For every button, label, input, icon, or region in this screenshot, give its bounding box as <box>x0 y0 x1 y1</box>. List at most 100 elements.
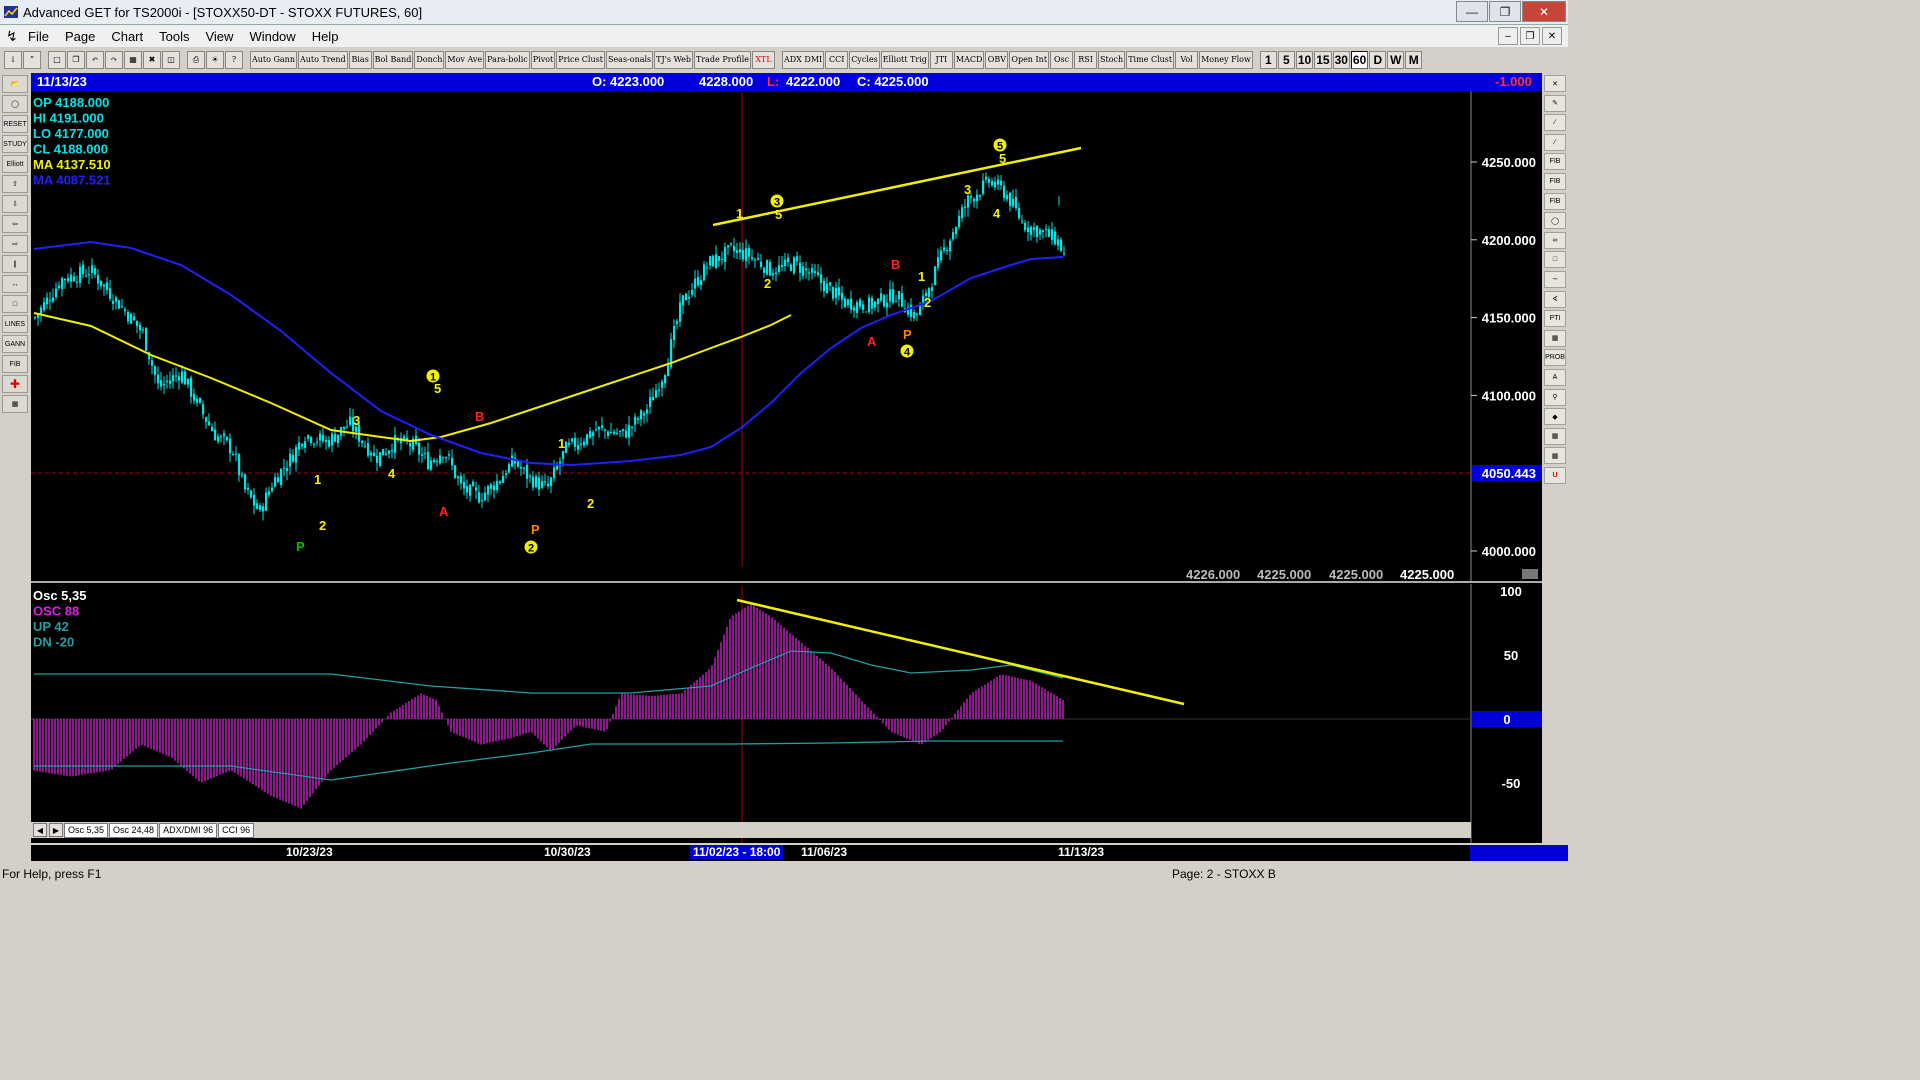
study-button-2[interactable]: Bias <box>348 51 372 69</box>
pti-icon[interactable]: PTI <box>1544 310 1566 328</box>
forward-icon[interactable]: ↷ <box>105 51 123 69</box>
mdi-close-icon[interactable]: ✕ <box>1542 27 1562 45</box>
study-button-0[interactable]: Auto Gann <box>250 51 297 69</box>
copy-page-icon[interactable]: ❐ <box>67 51 85 69</box>
study-button-4[interactable]: Donch <box>414 51 445 69</box>
new-page-icon[interactable]: □ <box>48 51 66 69</box>
menu-page[interactable]: Page <box>57 29 103 44</box>
study-button-12[interactable]: XTL <box>751 51 775 69</box>
tab-osc-24-48[interactable]: Osc 24,48 <box>109 822 159 838</box>
study-button-6[interactable]: Para-bolic <box>485 51 530 69</box>
tab-osc-5-35[interactable]: Osc 5,35 <box>64 822 109 838</box>
study-button-26[interactable]: Money Flow <box>1199 51 1253 69</box>
study-button-10[interactable]: TJ's Web <box>654 51 693 69</box>
arrow-down-icon[interactable]: ⇩ <box>2 195 28 213</box>
zoom-box-icon[interactable]: □ <box>2 295 28 313</box>
study-button-23[interactable]: Stoch <box>1098 51 1126 69</box>
tab-adx-dmi[interactable]: ADX/DMI 96 <box>159 822 218 838</box>
fib-circle-icon[interactable]: ◯ <box>1544 212 1566 230</box>
compress-icon[interactable]: ∥ <box>2 255 28 273</box>
arrow-up-icon[interactable]: ⇧ <box>2 175 28 193</box>
study-button-7[interactable]: Pivot <box>530 51 556 69</box>
expand-icon[interactable]: ↔ <box>2 275 28 293</box>
period-button-D[interactable]: D <box>1369 51 1387 69</box>
period-button-10[interactable]: 10 <box>1295 51 1314 69</box>
help-cursor-icon[interactable]: ? <box>225 51 243 69</box>
period-button-60[interactable]: 60 <box>1350 51 1369 69</box>
menu-tools[interactable]: Tools <box>151 29 197 44</box>
period-button-5[interactable]: 5 <box>1277 51 1295 69</box>
study-button-9[interactable]: Seas-onals <box>605 51 654 69</box>
menu-help[interactable]: Help <box>304 29 347 44</box>
trendline-icon[interactable]: ∕ <box>1544 114 1566 132</box>
study-button-24[interactable]: Time Clust <box>1126 51 1175 69</box>
measure-icon[interactable]: ▦ <box>1544 427 1566 445</box>
text-icon[interactable]: A <box>1544 368 1566 386</box>
tool-pin-icon[interactable]: ↓ <box>4 51 22 69</box>
marker-icon[interactable]: ◆ <box>1544 408 1566 426</box>
tab-next-icon[interactable]: ▶ <box>49 823 63 837</box>
study-button-25[interactable]: Vol <box>1175 51 1199 69</box>
zoom-icon[interactable]: ⚲ <box>1544 388 1566 406</box>
chart-svg[interactable]: P123451AB2P12ABP12345513245 OP 4188.000H… <box>31 73 1542 843</box>
period-button-M[interactable]: M <box>1405 51 1423 69</box>
fib-time-icon[interactable]: FIB <box>1544 192 1566 210</box>
channel-icon[interactable]: ∕ <box>1544 133 1566 151</box>
fib-ext-icon[interactable]: FIB <box>1544 172 1566 190</box>
fan-icon[interactable]: ∞ <box>1544 231 1566 249</box>
chart-area[interactable]: P123451AB2P12ABP12345513245 OP 4188.000 H… <box>31 73 1542 843</box>
study-button-18[interactable]: MACD <box>953 51 985 69</box>
study-button-16[interactable]: Elliott Trig <box>880 51 929 69</box>
tab-cci[interactable]: CCI 96 <box>218 822 255 838</box>
period-button-1[interactable]: 1 <box>1259 51 1277 69</box>
doc-icon[interactable]: ↯ <box>6 28 20 45</box>
restore-icon[interactable]: ❐ <box>1489 1 1521 22</box>
tab-prev-icon[interactable]: ◀ <box>33 823 47 837</box>
back-icon[interactable]: ↶ <box>86 51 104 69</box>
grid-tool-icon[interactable]: ▦ <box>1544 329 1566 347</box>
scroll-icon[interactable] <box>1522 569 1538 579</box>
study-button-19[interactable]: OBV <box>985 51 1009 69</box>
prob-icon[interactable]: PROB <box>1544 349 1566 367</box>
menu-window[interactable]: Window <box>241 29 303 44</box>
tool-quote-icon[interactable]: ” <box>23 51 41 69</box>
study-button-21[interactable]: Osc <box>1050 51 1074 69</box>
study-button-15[interactable]: Cycles <box>849 51 880 69</box>
open-folder-icon[interactable]: 📂 <box>2 75 28 93</box>
study-button-20[interactable]: Open Int <box>1009 51 1050 69</box>
print-icon[interactable]: ⎙ <box>187 51 205 69</box>
lightbulb-icon[interactable]: ☀ <box>206 51 224 69</box>
close-icon[interactable]: ✕ <box>1522 1 1566 22</box>
fib-icon[interactable]: FIB <box>2 355 28 373</box>
period-button-W[interactable]: W <box>1387 51 1405 69</box>
mdi-restore-icon[interactable]: ❐ <box>1520 27 1540 45</box>
study-button-8[interactable]: Price Clust <box>556 51 605 69</box>
gann-fan-icon[interactable]: ∢ <box>1544 290 1566 308</box>
pencil-icon[interactable]: ✎ <box>1544 94 1566 112</box>
arrow-right-icon[interactable]: ⇨ <box>2 235 28 253</box>
study-icon[interactable]: STUDY <box>2 135 28 153</box>
mdi-minimize-icon[interactable]: – <box>1498 27 1518 45</box>
period-button-15[interactable]: 15 <box>1314 51 1332 69</box>
arrow-left-icon[interactable]: ⇦ <box>2 215 28 233</box>
reset-icon[interactable]: RESET <box>2 115 28 133</box>
rectangle-icon[interactable]: □ <box>1544 251 1566 269</box>
fib-ret-icon[interactable]: FIB <box>1544 153 1566 171</box>
undo-icon[interactable]: U <box>1544 466 1566 484</box>
lines-icon[interactable]: LINES <box>2 315 28 333</box>
period-button-30[interactable]: 30 <box>1332 51 1350 69</box>
layout-icon[interactable]: ◫ <box>162 51 180 69</box>
study-button-11[interactable]: Trade Profile <box>694 51 751 69</box>
crosshair-icon[interactable]: ✚ <box>2 375 28 393</box>
study-button-1[interactable]: Auto Trend <box>297 51 348 69</box>
study-button-5[interactable]: Mov Ave <box>445 51 485 69</box>
study-button-13[interactable]: ADX DMI <box>781 51 825 69</box>
menu-chart[interactable]: Chart <box>103 29 151 44</box>
delete-icon[interactable]: ✖ <box>143 51 161 69</box>
menu-view[interactable]: View <box>197 29 241 44</box>
ellipse-tool-icon[interactable]: ◯ <box>2 95 28 113</box>
minimize-icon[interactable]: — <box>1456 1 1488 22</box>
gann-icon[interactable]: GANN <box>2 335 28 353</box>
grid-icon[interactable]: ▦ <box>124 51 142 69</box>
study-button-22[interactable]: RSI <box>1074 51 1098 69</box>
